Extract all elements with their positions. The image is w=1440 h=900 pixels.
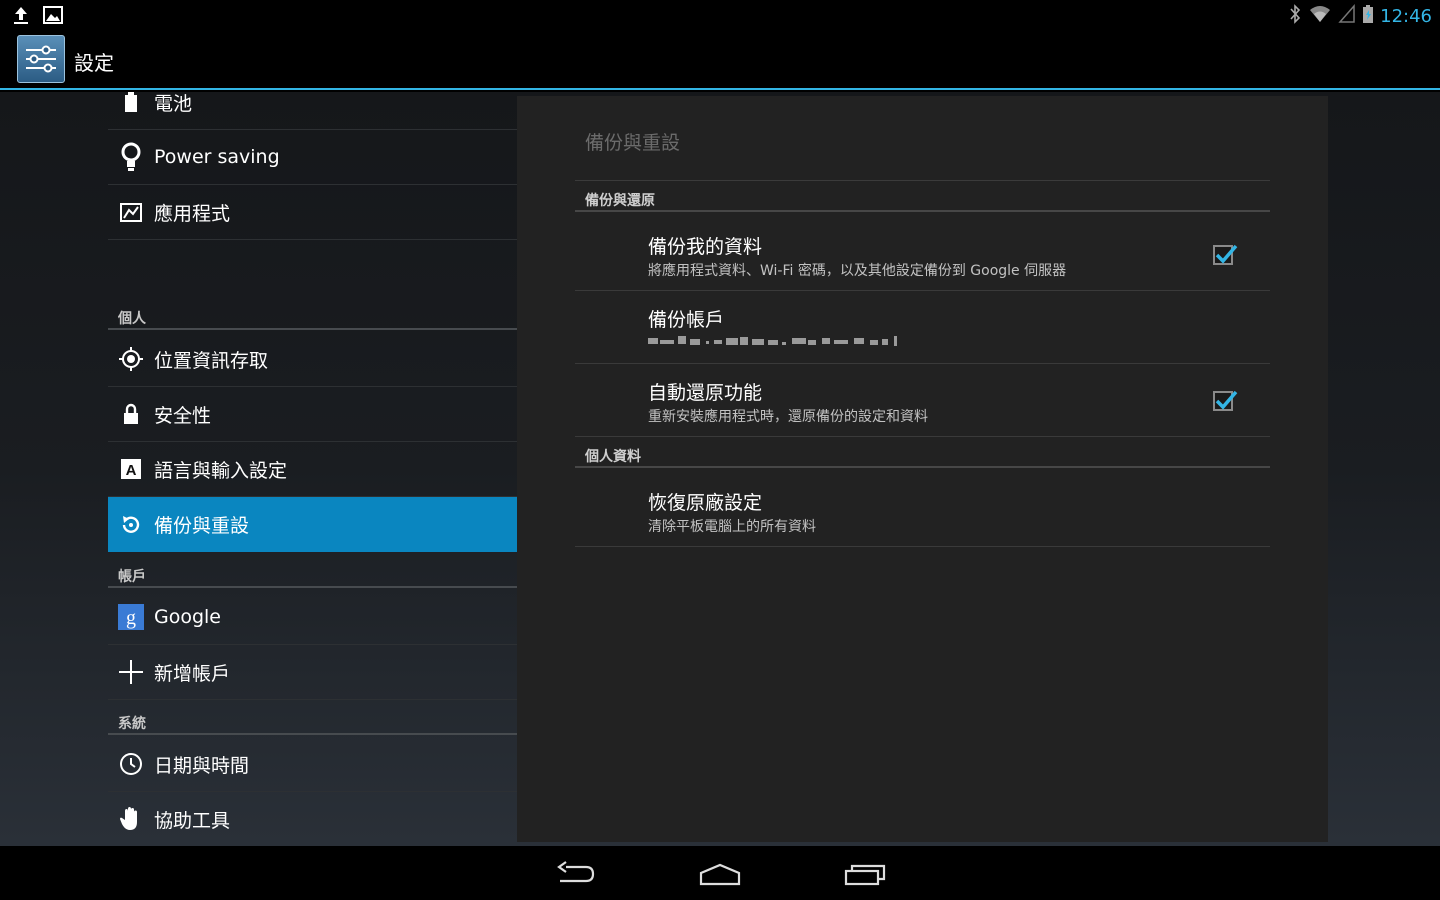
- sidebar-item-label: 協助工具: [154, 809, 231, 832]
- sidebar-item-label: 備份與重設: [154, 515, 250, 537]
- action-bar: 設定: [0, 30, 1440, 90]
- navigation-bar: [0, 846, 1440, 900]
- pref-auto-restore[interactable]: 自動還原功能 重新安裝應用程式時，還原備份的設定和資料: [575, 364, 1270, 437]
- redacted-account-text: [648, 334, 928, 348]
- section-header-backup-restore: 備份與還原: [575, 190, 1270, 212]
- sidebar-item-label: 位置資訊存取: [154, 349, 269, 372]
- svg-text:A: A: [126, 462, 137, 479]
- sidebar-item-label: 電池: [154, 92, 193, 115]
- home-button[interactable]: [690, 856, 750, 892]
- sidebar-item-location[interactable]: 位置資訊存取: [108, 332, 517, 387]
- bluetooth-icon: [1288, 4, 1302, 28]
- backup-data-checkbox[interactable]: [1213, 244, 1238, 265]
- pref-title: 備份我的資料: [648, 236, 763, 258]
- sidebar-item-backup-reset[interactable]: 備份與重設: [108, 497, 517, 552]
- checkmark-icon: [1215, 244, 1238, 264]
- panel-title: 備份與重設: [585, 132, 681, 154]
- battery-icon: [108, 92, 154, 130]
- sidebar-item-add-account[interactable]: 新增帳戶: [108, 645, 517, 700]
- pref-backup-data[interactable]: 備份我的資料 將應用程式資料、Wi-Fi 密碼，以及其他設定備份到 Google…: [575, 218, 1270, 291]
- divider: [575, 180, 1270, 181]
- wifi-icon: [1308, 4, 1332, 28]
- recent-apps-icon: [844, 864, 886, 886]
- recent-apps-button[interactable]: [835, 856, 895, 892]
- sidebar-item-label: 應用程式: [154, 202, 231, 225]
- section-header-personal: 個人: [108, 306, 517, 330]
- pref-title: 自動還原功能: [648, 382, 763, 404]
- pref-factory-reset[interactable]: 恢復原廠設定 清除平板電腦上的所有資料: [575, 474, 1270, 547]
- app-title: 設定: [74, 51, 114, 75]
- signal-icon: [1338, 4, 1356, 28]
- settings-app-icon[interactable]: [17, 35, 65, 83]
- location-icon: [108, 332, 154, 387]
- pref-backup-account[interactable]: 備份帳戶: [575, 291, 1270, 364]
- detail-panel: 備份與重設 備份與還原 備份我的資料 將應用程式資料、Wi-Fi 密碼，以及其他…: [517, 96, 1328, 842]
- status-bar: 12:46: [0, 0, 1440, 30]
- sidebar-item-google[interactable]: g Google: [108, 590, 517, 645]
- clock-icon: [108, 737, 154, 792]
- sidebar-item-apps[interactable]: 應用程式: [108, 185, 517, 240]
- plus-icon: [108, 645, 154, 700]
- image-icon: [42, 4, 64, 30]
- lightbulb-icon: [108, 130, 154, 185]
- sidebar-item-label: Google: [154, 606, 222, 628]
- section-header-accounts: 帳戶: [108, 564, 517, 588]
- checkmark-icon: [1215, 390, 1238, 410]
- sidebar-item-label: Power saving: [154, 146, 280, 168]
- pref-summary: 將應用程式資料、Wi-Fi 密碼，以及其他設定備份到 Google 伺服器: [648, 263, 1067, 279]
- language-icon: A: [108, 442, 154, 497]
- sidebar-item-language[interactable]: A 語言與輸入設定: [108, 442, 517, 497]
- sidebar-item-security[interactable]: 安全性: [108, 387, 517, 442]
- sidebar-item-power-saving[interactable]: Power saving: [108, 130, 517, 185]
- sidebar-item-date-time[interactable]: 日期與時間: [108, 737, 517, 792]
- main-area: 電池 Power saving 應用程式 個人 位置資訊存取 安全性 A 語言與…: [0, 92, 1440, 846]
- apps-icon: [108, 185, 154, 240]
- section-header-system: 系統: [108, 711, 517, 735]
- hand-icon: [108, 792, 154, 847]
- sidebar-item-label: 日期與時間: [154, 754, 250, 777]
- section-header-personal-data: 個人資料: [575, 446, 1270, 468]
- pref-summary: 重新安裝應用程式時，還原備份的設定和資料: [648, 409, 928, 425]
- auto-restore-checkbox[interactable]: [1213, 390, 1238, 411]
- pref-summary: 清除平板電腦上的所有資料: [648, 519, 816, 535]
- sidebar-item-accessibility[interactable]: 協助工具: [108, 792, 517, 846]
- svg-text:g: g: [126, 607, 136, 629]
- settings-sidebar: 電池 Power saving 應用程式 個人 位置資訊存取 安全性 A 語言與…: [108, 92, 517, 846]
- sidebar-item-battery[interactable]: 電池: [108, 92, 517, 130]
- upload-icon: [10, 4, 32, 30]
- sidebar-item-label: 語言與輸入設定: [154, 459, 288, 482]
- pref-title: 恢復原廠設定: [648, 492, 763, 514]
- pref-title: 備份帳戶: [648, 309, 725, 331]
- back-icon: [557, 861, 595, 883]
- lock-icon: [108, 387, 154, 442]
- battery-icon: [1362, 4, 1374, 28]
- clock-time: 12:46: [1380, 5, 1432, 27]
- sidebar-item-label: 新增帳戶: [154, 662, 231, 685]
- google-icon: g: [108, 590, 154, 645]
- sidebar-item-label: 安全性: [154, 404, 212, 427]
- back-button[interactable]: [546, 856, 606, 892]
- home-icon: [699, 863, 741, 886]
- restore-icon: [108, 497, 154, 552]
